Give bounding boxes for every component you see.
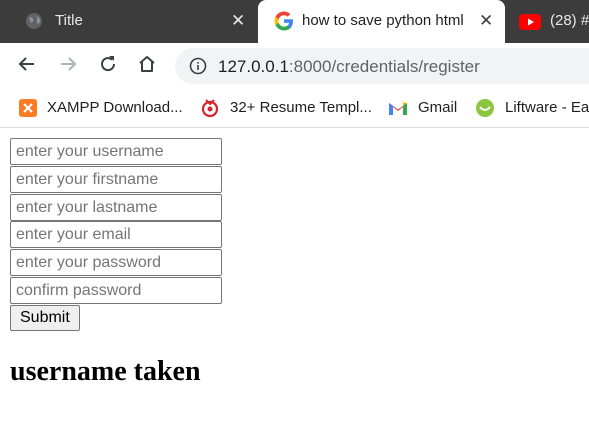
- bookmark-label: Gmail: [418, 99, 458, 116]
- xampp-icon: [19, 98, 37, 117]
- bookmark-label: Liftware - Ea: [505, 99, 589, 116]
- error-message: username taken: [10, 356, 201, 387]
- home-button[interactable]: [134, 53, 160, 79]
- bookmark-liftware[interactable]: Liftware - Ea: [475, 88, 589, 127]
- tab-google-search[interactable]: how to save python html ✕: [258, 0, 505, 43]
- close-icon[interactable]: ✕: [479, 12, 493, 29]
- gmail-icon: [388, 100, 408, 116]
- google-icon: [274, 11, 294, 31]
- firstname-input[interactable]: [10, 166, 222, 193]
- url-path: :8000/credentials/register: [288, 57, 480, 76]
- browser-toolbar: 127.0.0.1:8000/credentials/register: [0, 43, 589, 88]
- reload-icon: [98, 54, 118, 79]
- url-host: 127.0.0.1: [218, 57, 289, 76]
- youtube-icon: [519, 14, 541, 30]
- lastname-input[interactable]: [10, 194, 222, 221]
- bookmark-gmail[interactable]: Gmail: [388, 88, 457, 127]
- tab-strip: Title ✕ how to save python html ✕ (28) #: [0, 0, 589, 43]
- tab-label: Title: [55, 12, 83, 29]
- address-bar[interactable]: 127.0.0.1:8000/credentials/register: [175, 48, 589, 84]
- bookmark-xampp[interactable]: XAMPP Download...: [19, 88, 183, 127]
- email-input[interactable]: [10, 221, 222, 248]
- submit-button[interactable]: Submit: [10, 305, 80, 331]
- resume-icon: [200, 98, 220, 118]
- password-input[interactable]: [10, 249, 222, 276]
- globe-icon: [25, 12, 43, 30]
- bookmarks-bar: XAMPP Download... 32+ Resume Templ... Gm…: [0, 88, 589, 128]
- home-icon: [137, 54, 157, 79]
- back-button[interactable]: [14, 53, 40, 79]
- liftware-icon: [475, 98, 495, 118]
- reload-button[interactable]: [95, 53, 121, 79]
- tab-label: (28) #: [550, 12, 589, 29]
- info-icon[interactable]: [189, 57, 207, 75]
- bookmark-label: XAMPP Download...: [47, 99, 183, 116]
- bookmark-resume[interactable]: 32+ Resume Templ...: [200, 88, 372, 127]
- arrow-right-icon: [58, 54, 78, 79]
- url-text: 127.0.0.1:8000/credentials/register: [218, 57, 480, 77]
- username-input[interactable]: [10, 138, 222, 165]
- close-icon[interactable]: ✕: [231, 12, 245, 29]
- tab-youtube[interactable]: (28) #: [505, 0, 589, 43]
- tab-title[interactable]: Title ✕: [0, 0, 258, 43]
- arrow-left-icon: [17, 54, 37, 79]
- forward-button[interactable]: [55, 53, 81, 79]
- confirm-password-input[interactable]: [10, 277, 222, 304]
- tab-label: how to save python html: [302, 12, 464, 29]
- page-content: Submit username taken: [0, 128, 589, 443]
- bookmark-label: 32+ Resume Templ...: [230, 99, 372, 116]
